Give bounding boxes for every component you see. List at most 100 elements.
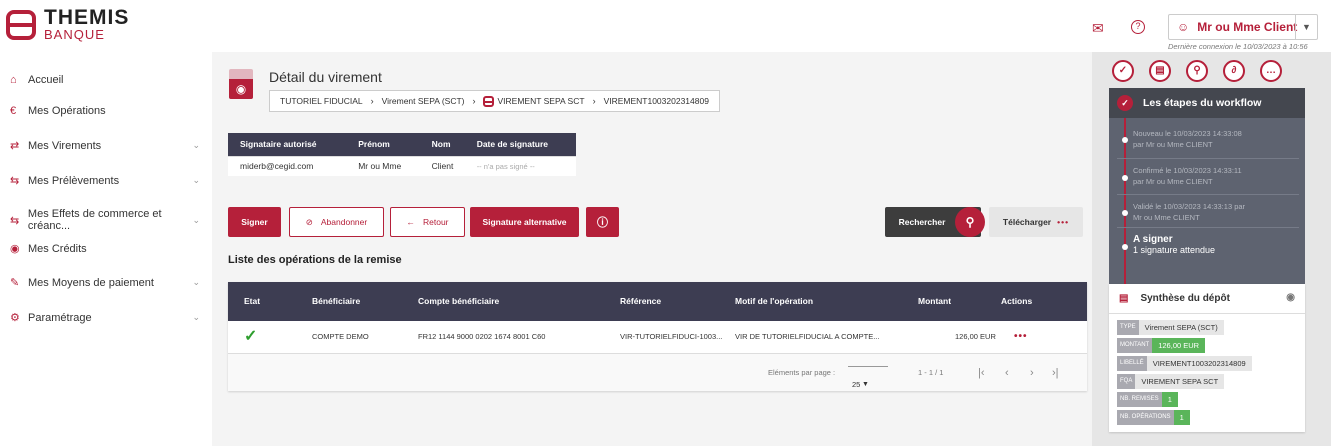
- settings-icon: ⚙: [10, 312, 20, 324]
- chevron-down-icon: ⌄: [192, 214, 200, 225]
- payment-icon: ✎: [10, 277, 20, 289]
- more-icon: •••: [1057, 217, 1070, 227]
- brand-name: THEMIS: [44, 6, 130, 29]
- chevron-down-icon: ⌄: [192, 277, 200, 287]
- brand-subname: BANQUE: [44, 27, 105, 42]
- document-icon: ◉: [229, 69, 253, 99]
- divider: [1117, 227, 1299, 228]
- current-step-title: A signer: [1133, 234, 1173, 245]
- row-actions-icon[interactable]: •••: [1014, 321, 1028, 353]
- next-page-icon[interactable]: ›: [1030, 354, 1034, 392]
- sidebar-item-label: Mes Opérations: [28, 105, 106, 117]
- breadcrumb-item[interactable]: TUTORIEL FIDUCIAL: [280, 96, 363, 106]
- eye-icon[interactable]: ◉: [1286, 292, 1295, 303]
- document-icon[interactable]: ▤: [1149, 60, 1171, 82]
- timeline-line: [1124, 118, 1126, 294]
- breadcrumb-item[interactable]: VIREMENT SEPA SCT: [497, 96, 584, 106]
- column-header: Nom: [419, 133, 465, 156]
- kv-key: NB. REMISES: [1117, 392, 1162, 407]
- sidebar-item-moyens-paiement[interactable]: ✎ Mes Moyens de paiement ⌄: [10, 276, 206, 290]
- timeline-dot: [1122, 244, 1128, 250]
- page-title: Détail du virement: [269, 69, 382, 85]
- kv-value: VIREMENT1003202314809: [1146, 356, 1252, 371]
- chevron-right-icon: ›: [370, 96, 374, 106]
- breadcrumb-item: VIREMENT1003202314809: [603, 96, 709, 106]
- step-date: Validé le 10/03/2023 14:33:13 par: [1133, 202, 1246, 211]
- help-icon[interactable]: ?: [1131, 20, 1145, 34]
- table-row[interactable]: ✓ COMPTE DEMO FR12 1144 9000 0202 1674 8…: [228, 321, 1087, 353]
- divider: [1117, 194, 1299, 195]
- prev-page-icon[interactable]: ‹: [1005, 354, 1009, 392]
- kv-value: Virement SEPA (SCT): [1138, 320, 1224, 335]
- synthese-header: ▤ Synthèse du dépôt ◉: [1109, 284, 1305, 314]
- abandon-label: Abandonner: [320, 217, 368, 227]
- sidebar-item-prelevements[interactable]: ⇆ Mes Prélèvements ⌄: [10, 174, 206, 188]
- search-icon[interactable]: ⚲: [1186, 60, 1208, 82]
- first-page-icon[interactable]: |‹: [978, 354, 985, 392]
- download-button[interactable]: Télécharger •••: [989, 207, 1083, 237]
- attachment-icon[interactable]: ∂: [1223, 60, 1245, 82]
- sidebar-item-accueil[interactable]: ⌂ Accueil: [10, 74, 206, 86]
- main-content: ◉ Détail du virement TUTORIEL FIDUCIAL ›…: [212, 52, 1092, 446]
- comment-icon[interactable]: …: [1260, 60, 1282, 82]
- per-page-select[interactable]: 25 ▼: [848, 366, 888, 389]
- check-icon: ✓: [244, 328, 258, 345]
- themis-logo[interactable]: THEMIS BANQUE: [6, 6, 130, 42]
- chevron-down-icon[interactable]: ▼: [1295, 15, 1317, 39]
- workflow-current-step: A signer 1 signature attendue: [1133, 234, 1215, 255]
- kv-key: FQA: [1117, 374, 1136, 389]
- cancel-icon: ⊘: [305, 216, 313, 227]
- table-header-row: Etat Bénéficiaire Compte bénéficiaire Ré…: [228, 282, 1087, 321]
- step-user: par Mr ou Mme CLIENT: [1133, 140, 1213, 149]
- sidebar-item-virements[interactable]: ⇄ Mes Virements ⌄: [10, 139, 206, 153]
- breadcrumb-item[interactable]: Virement SEPA (SCT): [382, 96, 465, 106]
- synthese-nb-operations: NB. OPÉRATIONS 1: [1117, 410, 1190, 425]
- sidebar-item-operations[interactable]: € Mes Opérations: [10, 105, 206, 117]
- workflow-panel: ✓ Les étapes du workflow Nouveau le 10/0…: [1109, 88, 1305, 300]
- bill-icon: ⇆: [10, 214, 20, 227]
- kv-value: 1: [1161, 392, 1178, 407]
- synthese-montant: MONTANT 126,00 EUR: [1117, 338, 1206, 353]
- workflow-step: Nouveau le 10/03/2023 14:33:08 par Mr ou…: [1133, 128, 1298, 150]
- alt-signature-button[interactable]: Signature alternative: [470, 207, 579, 237]
- beneficiary-cell: COMPTE DEMO: [312, 332, 369, 341]
- sidebar-item-label: Mes Prélèvements: [28, 174, 120, 187]
- workflow-step: Validé le 10/03/2023 14:33:13 par Mr ou …: [1133, 201, 1298, 223]
- column-header: Etat: [244, 296, 261, 306]
- check-circle-icon[interactable]: ✓: [1112, 60, 1134, 82]
- user-icon: ☺: [1177, 20, 1190, 34]
- sidebar-item-effets[interactable]: ⇆ Mes Effets de commerce et créanc... ⌄: [10, 208, 206, 232]
- user-menu-button[interactable]: ☺ Mr ou Mme Client ▼: [1168, 14, 1318, 40]
- operations-title: Liste des opérations de la remise: [228, 254, 402, 266]
- info-icon[interactable]: ⓘ: [586, 207, 619, 237]
- document-icon: ▤: [1119, 293, 1129, 304]
- sidebar-item-label: Mes Crédits: [28, 242, 87, 255]
- amount-cell: 126,00 EUR: [955, 332, 996, 341]
- signer-email: miderb@cegid.com: [228, 155, 347, 176]
- chevron-down-icon: ⌄: [192, 175, 200, 185]
- workflow-header: ✓ Les étapes du workflow: [1109, 88, 1305, 118]
- synthese-title: Synthèse du dépôt: [1140, 293, 1230, 304]
- column-header: Référence: [620, 296, 662, 306]
- timeline-dot: [1122, 210, 1128, 216]
- sign-button[interactable]: Signer: [228, 207, 281, 237]
- per-page-label: Eléments par page :: [768, 368, 836, 377]
- chevron-down-icon: ⌄: [192, 312, 200, 322]
- transfer-icon: ⇄: [10, 140, 20, 152]
- pagination-bar: Eléments par page : 25 ▼ 1 - 1 / 1 |‹ ‹ ›…: [228, 353, 1087, 391]
- search-button[interactable]: Rechercher ⚲: [885, 207, 985, 237]
- synthese-type: TYPE Virement SEPA (SCT): [1117, 320, 1224, 335]
- abandon-button[interactable]: ⊘ Abandonner: [289, 207, 384, 237]
- last-page-icon[interactable]: ›|: [1052, 354, 1059, 392]
- download-label: Télécharger: [1002, 217, 1052, 227]
- logo-mark-icon: [483, 95, 495, 107]
- mail-icon[interactable]: ✉: [1092, 20, 1104, 37]
- per-page-value: 25: [852, 380, 861, 389]
- sidebar-item-credits[interactable]: ◉ Mes Crédits: [10, 242, 206, 256]
- column-header: Date de signature: [464, 133, 576, 156]
- column-header: Signataire autorisé: [228, 133, 347, 156]
- synthese-libelle: LIBELLÉ VIREMENT1003202314809: [1117, 356, 1252, 371]
- sidebar-item-parametrage[interactable]: ⚙ Paramétrage ⌄: [10, 311, 206, 325]
- back-button[interactable]: ← Retour: [390, 207, 465, 237]
- column-header: Montant: [918, 296, 952, 306]
